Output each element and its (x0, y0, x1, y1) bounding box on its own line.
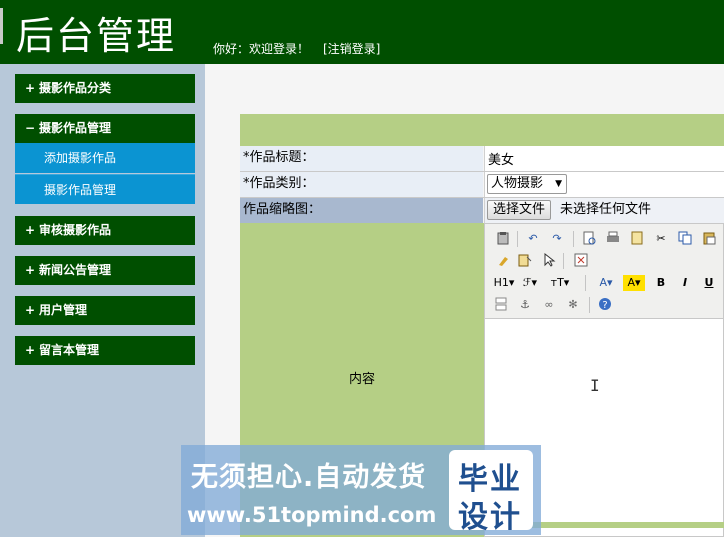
page-break-icon[interactable] (493, 297, 509, 313)
font-size-dropdown[interactable]: тT▾ (547, 275, 573, 291)
title-row: *作品标题： (240, 146, 724, 172)
watermark-banner: 无须担心.自动发货 www.51topmind.com 毕业 设计 (181, 445, 541, 535)
content-label: 内容 (348, 372, 375, 387)
menu-photo-manage[interactable]: − 摄影作品管理 (15, 114, 195, 143)
link-icon[interactable]: ∞ (541, 297, 557, 313)
greeting-text: 你好：欢迎登录！ (213, 42, 310, 56)
clear-format-icon[interactable] (495, 253, 511, 269)
app-title: 后台管理 (16, 14, 177, 58)
file-status: 未选择任何文件 (560, 202, 652, 217)
paste-icon[interactable] (701, 231, 717, 247)
title-cell (484, 146, 724, 171)
dropdown-arrow-icon: ▼ (555, 179, 562, 189)
redo-icon[interactable]: ↷ (549, 231, 565, 247)
category-select[interactable]: 人物摄影 ▼ (487, 174, 567, 194)
form-header-bar (240, 114, 724, 146)
underline-button[interactable]: U (701, 275, 717, 291)
select-all-icon[interactable] (541, 252, 557, 269)
editor-toolbar: ↶ ↷ ✂ H1▾ ℱ▾ тT▾ A▾ A▾ B I U ⚓ ∞ ✻ ? (485, 224, 723, 319)
highlight-color-dropdown[interactable]: A▾ (623, 275, 645, 291)
heading-dropdown[interactable]: H1▾ (493, 275, 515, 291)
title-label: *作品标题： (240, 146, 483, 171)
choose-file-button[interactable]: 选择文件 (487, 200, 552, 220)
toolbar-separator (585, 275, 586, 291)
unlink-icon[interactable]: ✻ (565, 297, 581, 313)
expand-icon: + (25, 263, 36, 277)
watermark-logo: 毕业 设计 (449, 450, 533, 535)
anchor-icon[interactable]: ⚓ (517, 297, 533, 313)
expand-icon: + (25, 81, 36, 95)
format-painter-icon[interactable] (517, 253, 533, 269)
window-edge (0, 8, 3, 44)
category-row: *作品类别： 人物摄影 ▼ (240, 172, 724, 198)
expand-icon: + (25, 303, 36, 317)
help-icon[interactable]: ? (597, 297, 613, 313)
toolbar-separator (573, 231, 574, 247)
watermark-slogan: 无须担心.自动发货 (191, 462, 427, 493)
template-icon[interactable] (629, 231, 645, 247)
menu-label: 用户管理 (39, 303, 88, 317)
menu-users[interactable]: + 用户管理 (15, 296, 195, 325)
menu-news[interactable]: + 新闻公告管理 (15, 256, 195, 285)
text-cursor-icon: I (590, 376, 600, 395)
thumbnail-label: 作品缩略图： (240, 198, 483, 223)
clipboard-icon[interactable] (495, 231, 511, 247)
menu-label: 摄影作品管理 (39, 121, 112, 135)
header-bar: 后台管理 你好：欢迎登录！ [注销登录] (0, 0, 724, 64)
thumbnail-row: 作品缩略图： 选择文件 未选择任何文件 (240, 198, 724, 223)
toolbar-separator (563, 253, 564, 269)
menu-photo-category[interactable]: + 摄影作品分类 (15, 74, 195, 103)
collapse-icon: − (25, 121, 36, 135)
expand-icon: + (25, 223, 36, 237)
category-selected: 人物摄影 (491, 176, 544, 191)
watermark-logo-bottom: 设计 (458, 500, 522, 535)
menu-label: 新闻公告管理 (39, 263, 112, 277)
menu-review-photo[interactable]: + 审核摄影作品 (15, 216, 195, 245)
toolbar-separator (589, 297, 590, 313)
logout-link[interactable]: [注销登录] (323, 40, 380, 57)
undo-icon[interactable]: ↶ (525, 231, 541, 247)
copy-icon[interactable] (677, 231, 693, 247)
cut-icon[interactable]: ✂ (653, 231, 669, 247)
expand-icon: + (25, 343, 36, 357)
thumbnail-cell: 选择文件 未选择任何文件 (484, 198, 724, 223)
submenu-add-photo[interactable]: 添加摄影作品 (15, 143, 195, 173)
category-label: *作品类别： (240, 172, 483, 197)
svg-text:?: ? (602, 300, 607, 311)
print-icon[interactable] (605, 231, 621, 247)
menu-label: 留言本管理 (39, 343, 100, 357)
menu-label: 摄影作品分类 (39, 81, 112, 95)
toolbar-separator (517, 231, 518, 247)
font-family-dropdown[interactable]: ℱ▾ (519, 275, 541, 291)
category-cell: 人物摄影 ▼ (484, 172, 724, 197)
watermark-url: www.51topmind.com (187, 503, 437, 527)
fullscreen-icon[interactable] (573, 253, 589, 269)
preview-icon[interactable] (581, 231, 597, 247)
italic-button[interactable]: I (677, 275, 693, 291)
menu-label: 审核摄影作品 (39, 223, 112, 237)
submenu-manage-photo[interactable]: 摄影作品管理 (15, 174, 195, 204)
menu-guestbook[interactable]: + 留言本管理 (15, 336, 195, 365)
bold-button[interactable]: B (653, 275, 669, 291)
title-input[interactable] (487, 148, 724, 168)
font-color-dropdown[interactable]: A▾ (595, 275, 617, 291)
